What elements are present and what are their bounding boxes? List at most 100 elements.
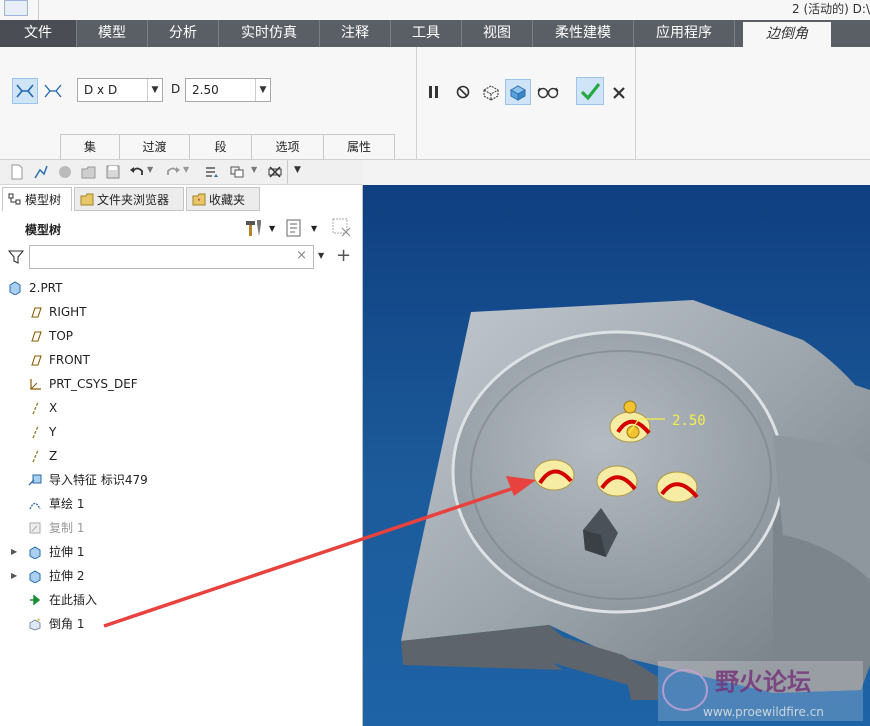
- menu-tab-view[interactable]: 视图: [462, 20, 533, 47]
- tree-filters-icon[interactable]: [285, 219, 303, 237]
- menu-tab-live-sim[interactable]: 实时仿真: [219, 20, 320, 47]
- tree-settings-dropdown-icon[interactable]: ▼: [269, 224, 275, 233]
- tree-search-input[interactable]: ×: [29, 245, 314, 269]
- tree-item[interactable]: PRT_CSYS_DEF: [8, 373, 348, 395]
- tree-item[interactable]: 草绘 1: [8, 493, 348, 515]
- tree-search-field[interactable]: [34, 247, 298, 269]
- datum-plane-icon: [31, 331, 42, 342]
- open-folder-icon[interactable]: [81, 164, 97, 180]
- cancel-button[interactable]: [606, 79, 632, 105]
- pause-button[interactable]: [421, 79, 447, 105]
- menu-file[interactable]: 文件: [0, 20, 77, 47]
- tree-item-label: PRT_CSYS_DEF: [49, 377, 138, 391]
- tree-item[interactable]: ▶ 拉伸 2: [8, 565, 348, 587]
- subtab-properties[interactable]: 属性: [323, 134, 395, 159]
- no-preview-button[interactable]: [450, 79, 476, 105]
- tree-item[interactable]: X: [8, 397, 348, 419]
- undo-dropdown-icon[interactable]: ▼: [147, 165, 153, 174]
- sketch-tool-icon[interactable]: [33, 164, 49, 180]
- filter-icon[interactable]: [8, 249, 24, 265]
- regenerate-model-icon[interactable]: [203, 164, 219, 180]
- subtab-sets[interactable]: 集: [60, 134, 120, 159]
- chamfer-set-mode-button[interactable]: [12, 78, 38, 104]
- tree-item[interactable]: * 倒角 1: [8, 613, 348, 635]
- insert-here-icon: [30, 594, 41, 606]
- clear-search-icon[interactable]: ×: [296, 248, 307, 263]
- dimension-value-input[interactable]: 2.50 ▼: [185, 78, 271, 102]
- tree-item-label: 拉伸 1: [49, 545, 85, 559]
- tree-item-label: 拉伸 2: [49, 569, 85, 583]
- subtab-transitions[interactable]: 过渡: [119, 134, 190, 159]
- preview-glasses-button[interactable]: [534, 79, 560, 105]
- tree-item[interactable]: TOP: [8, 325, 348, 347]
- geometry-preview-button[interactable]: [478, 79, 504, 105]
- subtab-pieces[interactable]: 段: [189, 134, 252, 159]
- tree-filters-dropdown-icon[interactable]: ▼: [311, 224, 317, 233]
- menu-tab-edge-chamfer[interactable]: 边倒角: [743, 22, 831, 47]
- menu-tab-analysis[interactable]: 分析: [148, 20, 219, 47]
- save-icon[interactable]: [105, 164, 121, 180]
- chamfer-scheme-value: D x D: [84, 83, 118, 97]
- extrude-icon: [29, 546, 41, 559]
- windows-icon[interactable]: [229, 164, 245, 180]
- tree-item-label: 倒角 1: [49, 617, 85, 631]
- menu-tab-flexible-modeling[interactable]: 柔性建模: [533, 20, 634, 47]
- watermark: 野火论坛 www.proewildfire.cn: [658, 661, 863, 721]
- verify-mode-button[interactable]: [505, 79, 531, 105]
- undo-icon[interactable]: [129, 164, 145, 180]
- tab-folder-browser[interactable]: 文件夹浏览器: [74, 187, 184, 211]
- chevron-down-icon: ▼: [147, 79, 162, 101]
- redo-icon[interactable]: [165, 164, 181, 180]
- tree-item-label: RIGHT: [49, 305, 87, 319]
- tree-settings-icon[interactable]: [243, 218, 263, 238]
- title-bar: 2 (活动的) D:\: [0, 0, 870, 20]
- confirm-button[interactable]: [576, 77, 604, 105]
- redo-dropdown-icon[interactable]: ▼: [183, 165, 189, 174]
- menu-tab-model[interactable]: 模型: [77, 20, 148, 47]
- graphics-viewport[interactable]: 2.50 野火论坛 www.proewildfire.cn: [363, 185, 870, 726]
- dimension-label: D: [171, 82, 181, 96]
- model-view[interactable]: 2.50 野火论坛 www.proewildfire.cn: [363, 185, 870, 726]
- tree-item[interactable]: RIGHT: [8, 301, 348, 323]
- search-options-dropdown-icon[interactable]: ▼: [318, 251, 324, 260]
- svg-text:*: *: [37, 617, 41, 625]
- menu-tab-tools[interactable]: 工具: [391, 20, 462, 47]
- regenerate-icon[interactable]: [57, 164, 73, 180]
- customize-toolbar-icon[interactable]: ▼: [294, 165, 301, 175]
- title-divider: [38, 0, 39, 20]
- tree-item[interactable]: FRONT: [8, 349, 348, 371]
- menu-tab-applications[interactable]: 应用程序: [634, 20, 735, 47]
- tree-root[interactable]: 2.PRT: [8, 277, 348, 299]
- expand-arrow-icon[interactable]: ▶: [11, 541, 17, 563]
- csys-icon: [30, 379, 41, 390]
- dimension-value: 2.50: [192, 83, 219, 97]
- tree-item[interactable]: 导入特征 标识479: [8, 469, 348, 491]
- tab-model-tree[interactable]: 模型树: [2, 187, 72, 211]
- folder-browser-icon: [80, 193, 94, 206]
- chevron-down-icon: ▼: [255, 79, 270, 101]
- windows-dropdown-icon[interactable]: ▼: [251, 165, 257, 174]
- tree-item[interactable]: 复制 1: [8, 517, 348, 539]
- chamfer-set-icon: [16, 84, 34, 98]
- glasses-icon: [537, 87, 559, 99]
- tree-item[interactable]: 在此插入: [8, 589, 348, 611]
- subtab-options[interactable]: 选项: [251, 134, 324, 159]
- tree-item-label: 导入特征 标识479: [49, 473, 148, 487]
- tab-folder-browser-label: 文件夹浏览器: [97, 193, 170, 207]
- quick-access-toolbar: ▼ ▼ ▼ ▼: [0, 160, 362, 185]
- tab-favorites-label: 收藏夹: [209, 193, 246, 207]
- tab-favorites[interactable]: 收藏夹: [186, 187, 260, 211]
- tree-item[interactable]: ▶ 拉伸 1: [8, 541, 348, 563]
- add-filter-icon[interactable]: +: [336, 245, 351, 266]
- tree-item[interactable]: Z: [8, 445, 348, 467]
- close-window-icon[interactable]: [267, 164, 283, 180]
- chamfer-marker-middle: [596, 465, 638, 497]
- tree-item[interactable]: Y: [8, 421, 348, 443]
- menu-tab-annotate[interactable]: 注释: [320, 20, 391, 47]
- new-file-icon[interactable]: [9, 164, 25, 180]
- expand-arrow-icon[interactable]: ▶: [11, 565, 17, 587]
- dimension-text[interactable]: 2.50: [672, 413, 706, 429]
- chamfer-scheme-select[interactable]: D x D ▼: [77, 78, 163, 102]
- chamfer-transition-mode-button[interactable]: [40, 78, 66, 104]
- tree-columns-icon[interactable]: [332, 218, 352, 238]
